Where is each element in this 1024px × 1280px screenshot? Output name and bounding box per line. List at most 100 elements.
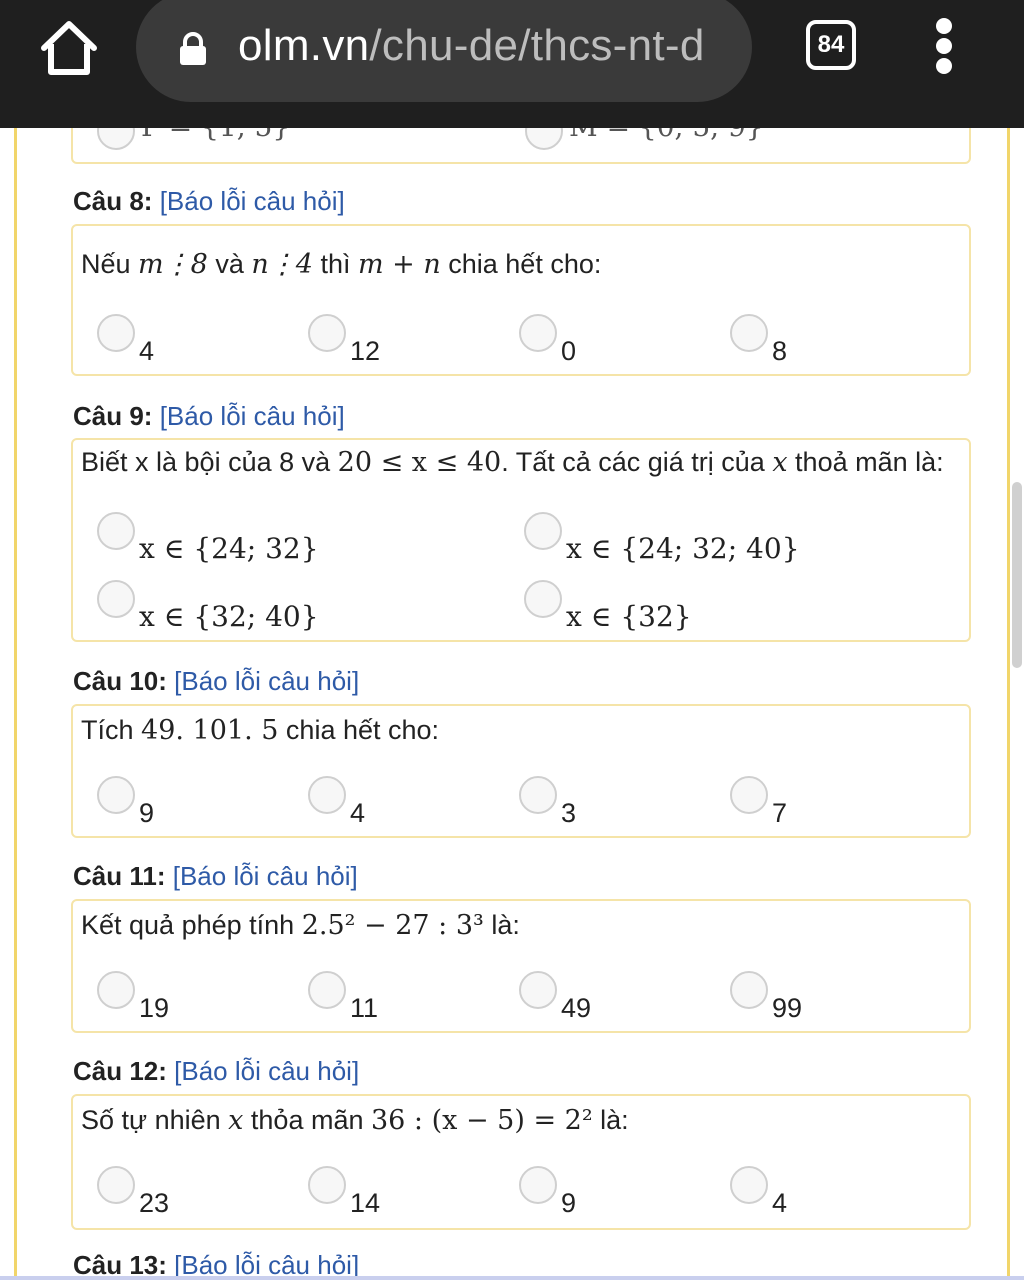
radio-button[interactable] bbox=[730, 1166, 768, 1204]
answer-option[interactable]: 9 bbox=[519, 1166, 576, 1218]
option-label: 0 bbox=[561, 336, 577, 366]
question-text: Tích 49. 101. 5 chia hết cho: bbox=[81, 715, 440, 746]
radio-button[interactable] bbox=[519, 314, 557, 352]
radio-button[interactable] bbox=[519, 776, 557, 814]
browser-toolbar: olm.vn/chu-de/thcs-nt-d 84 bbox=[0, 0, 1024, 128]
question-header: Câu 10: [Báo lỗi câu hỏi] bbox=[73, 666, 359, 696]
tab-switcher-button[interactable]: 84 bbox=[806, 20, 856, 70]
option-label: 11 bbox=[350, 993, 379, 1023]
option-label: x ∈ {24; 32} bbox=[139, 532, 319, 565]
question-label: Câu 10: bbox=[73, 666, 167, 696]
radio-button[interactable] bbox=[97, 512, 135, 550]
page-bottom-edge bbox=[0, 1276, 1024, 1280]
question-label: Câu 12: bbox=[73, 1056, 167, 1086]
answer-option[interactable]: 99 bbox=[730, 971, 802, 1023]
option-label: 4 bbox=[772, 1188, 788, 1218]
question-label: Câu 8: bbox=[73, 186, 153, 216]
radio-button[interactable] bbox=[97, 128, 135, 150]
radio-button[interactable] bbox=[525, 128, 563, 150]
radio-button[interactable] bbox=[308, 1166, 346, 1204]
answer-option[interactable]: 4 bbox=[308, 776, 365, 828]
option-label: 8 bbox=[772, 336, 788, 366]
question-label: Câu 11: bbox=[73, 861, 166, 891]
quiz-frame: P = {1, 5} M = {0, 5, 9} Câu 8: [Báo lỗi… bbox=[14, 128, 1010, 1280]
answer-option[interactable]: 8 bbox=[730, 314, 787, 366]
option-label: 49 bbox=[561, 993, 592, 1023]
question-header: Câu 8: [Báo lỗi câu hỏi] bbox=[73, 186, 345, 216]
answer-option[interactable]: 3 bbox=[519, 776, 576, 828]
option-label: 12 bbox=[350, 336, 381, 366]
report-error-link[interactable]: [Báo lỗi câu hỏi] bbox=[174, 1056, 359, 1086]
question-text: Số tự nhiên x thỏa mãn 36 : (x − 5) = 2²… bbox=[81, 1105, 629, 1136]
option-label: 23 bbox=[139, 1188, 170, 1218]
question-box: Tích 49. 101. 5 chia hết cho: 9 4 3 7 bbox=[71, 704, 971, 838]
lock-icon bbox=[176, 32, 210, 66]
radio-button[interactable] bbox=[308, 314, 346, 352]
previous-option-left: P = {1, 5} bbox=[141, 128, 290, 143]
radio-button[interactable] bbox=[524, 580, 562, 618]
question-header: Câu 12: [Báo lỗi câu hỏi] bbox=[73, 1056, 359, 1086]
option-label: x ∈ {32; 40} bbox=[139, 600, 319, 633]
option-label: 9 bbox=[561, 1188, 577, 1218]
report-error-link[interactable]: [Báo lỗi câu hỏi] bbox=[160, 401, 345, 431]
option-label: x ∈ {24; 32; 40} bbox=[566, 532, 800, 565]
question-header: Câu 9: [Báo lỗi câu hỏi] bbox=[73, 401, 345, 431]
option-label: 9 bbox=[139, 798, 155, 828]
radio-button[interactable] bbox=[308, 971, 346, 1009]
report-error-link[interactable]: [Báo lỗi câu hỏi] bbox=[173, 861, 358, 891]
answer-option[interactable]: 14 bbox=[308, 1166, 380, 1218]
radio-button[interactable] bbox=[730, 314, 768, 352]
answer-option[interactable]: 9 bbox=[97, 776, 154, 828]
answer-option[interactable]: 19 bbox=[97, 971, 169, 1023]
answer-option[interactable]: 0 bbox=[519, 314, 576, 366]
previous-question-box: P = {1, 5} M = {0, 5, 9} bbox=[71, 128, 971, 164]
tab-count: 84 bbox=[817, 31, 845, 58]
answer-option[interactable]: x ∈ {24; 32} bbox=[97, 512, 319, 564]
answer-option[interactable]: 7 bbox=[730, 776, 787, 828]
radio-button[interactable] bbox=[97, 971, 135, 1009]
url-text: olm.vn/chu-de/thcs-nt-d bbox=[238, 14, 738, 78]
question-box: Biết x là bội của 8 và 20 ≤ x ≤ 40. Tất … bbox=[71, 438, 971, 642]
answer-option[interactable]: 4 bbox=[97, 314, 154, 366]
radio-button[interactable] bbox=[308, 776, 346, 814]
radio-button[interactable] bbox=[97, 314, 135, 352]
answer-option[interactable]: 4 bbox=[730, 1166, 787, 1218]
radio-button[interactable] bbox=[97, 580, 135, 618]
option-label: 4 bbox=[350, 798, 366, 828]
question-label: Câu 9: bbox=[73, 401, 153, 431]
more-vert-icon[interactable] bbox=[926, 18, 962, 74]
option-label: 4 bbox=[139, 336, 155, 366]
report-error-link[interactable]: [Báo lỗi câu hỏi] bbox=[160, 186, 345, 216]
home-icon[interactable] bbox=[38, 18, 100, 80]
radio-button[interactable] bbox=[730, 776, 768, 814]
option-label: 99 bbox=[772, 993, 803, 1023]
answer-option[interactable]: x ∈ {32; 40} bbox=[97, 580, 319, 632]
answer-option[interactable]: x ∈ {32} bbox=[524, 580, 692, 632]
option-label: 7 bbox=[772, 798, 788, 828]
question-text: Kết quả phép tính 2.5² − 27 : 3³ là: bbox=[81, 910, 520, 941]
option-label: x ∈ {32} bbox=[566, 600, 692, 633]
question-header: Câu 11: [Báo lỗi câu hỏi] bbox=[73, 861, 358, 891]
question-box: Nếu m⋮8 và n⋮4 thì m + n chia hết cho: 4… bbox=[71, 224, 971, 376]
question-text: Biết x là bội của 8 và 20 ≤ x ≤ 40. Tất … bbox=[81, 447, 944, 478]
option-label: 3 bbox=[561, 798, 577, 828]
radio-button[interactable] bbox=[97, 776, 135, 814]
option-label: 19 bbox=[139, 993, 170, 1023]
radio-button[interactable] bbox=[519, 971, 557, 1009]
previous-option-right: M = {0, 5, 9} bbox=[569, 128, 764, 143]
scrollbar-thumb[interactable] bbox=[1012, 482, 1022, 668]
question-text: Nếu m⋮8 và n⋮4 thì m + n chia hết cho: bbox=[81, 249, 602, 280]
answer-option[interactable]: 49 bbox=[519, 971, 591, 1023]
answer-option[interactable]: 11 bbox=[308, 971, 378, 1023]
report-error-link[interactable]: [Báo lỗi câu hỏi] bbox=[174, 666, 359, 696]
radio-button[interactable] bbox=[524, 512, 562, 550]
question-box: Số tự nhiên x thỏa mãn 36 : (x − 5) = 2²… bbox=[71, 1094, 971, 1230]
question-box: Kết quả phép tính 2.5² − 27 : 3³ là: 19 … bbox=[71, 899, 971, 1033]
radio-button[interactable] bbox=[730, 971, 768, 1009]
answer-option[interactable]: x ∈ {24; 32; 40} bbox=[524, 512, 800, 564]
answer-option[interactable]: 23 bbox=[97, 1166, 169, 1218]
answer-option[interactable]: 12 bbox=[308, 314, 380, 366]
radio-button[interactable] bbox=[97, 1166, 135, 1204]
radio-button[interactable] bbox=[519, 1166, 557, 1204]
address-bar[interactable]: olm.vn/chu-de/thcs-nt-d bbox=[136, 0, 752, 102]
